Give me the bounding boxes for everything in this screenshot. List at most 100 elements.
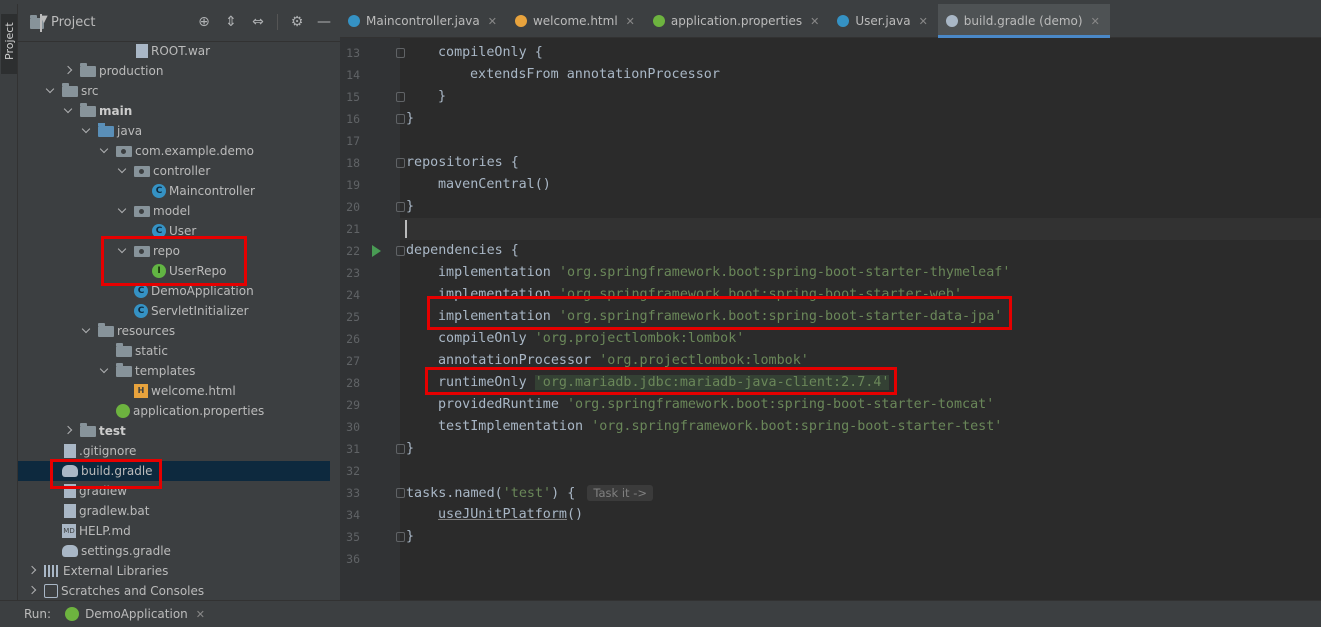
code-line: implementation 'org.springframework.boot… bbox=[438, 284, 962, 306]
tree-item-label: test bbox=[99, 424, 126, 438]
code-line: } bbox=[406, 108, 414, 130]
line-number: 16 bbox=[346, 112, 360, 126]
line-number: 20 bbox=[346, 200, 360, 214]
tree-item[interactable]: C User bbox=[18, 221, 330, 241]
tree-item[interactable]: com.example.demo bbox=[18, 141, 330, 161]
tree-item[interactable]: repo bbox=[18, 241, 330, 261]
folder-icon bbox=[80, 63, 96, 77]
tree-item-label: External Libraries bbox=[63, 564, 169, 578]
tree-item[interactable]: build.gradle bbox=[18, 461, 330, 481]
editor-tab[interactable]: User.java ✕ bbox=[829, 4, 937, 38]
class-icon: C bbox=[134, 284, 148, 298]
line-number: 27 bbox=[346, 354, 360, 368]
chevron-down-icon[interactable] bbox=[116, 245, 128, 257]
libs-icon bbox=[44, 565, 60, 577]
tree-item[interactable]: C ServletInitializer bbox=[18, 301, 330, 321]
tree-item[interactable]: .gitignore bbox=[18, 441, 330, 461]
code-token: implementation bbox=[438, 265, 559, 280]
editor-tab[interactable]: welcome.html ✕ bbox=[507, 4, 645, 38]
editor-tab[interactable]: build.gradle (demo) ✕ bbox=[937, 4, 1110, 38]
close-icon[interactable]: ✕ bbox=[1091, 15, 1100, 28]
tree-item[interactable]: templates bbox=[18, 361, 330, 381]
line-number: 28 bbox=[346, 376, 360, 390]
gradle-icon bbox=[945, 15, 958, 27]
tree-item[interactable]: MD HELP.md bbox=[18, 521, 330, 541]
editor-tab[interactable]: application.properties ✕ bbox=[645, 4, 829, 38]
expand-all-icon[interactable]: ⇕ bbox=[223, 14, 239, 30]
collapse-all-icon[interactable]: ⇔ bbox=[250, 14, 266, 30]
file-icon bbox=[136, 44, 148, 58]
chevron-down-icon[interactable] bbox=[98, 365, 110, 377]
tree-item[interactable]: application.properties bbox=[18, 401, 330, 421]
tree-item[interactable]: controller bbox=[18, 161, 330, 181]
close-icon[interactable]: ✕ bbox=[810, 15, 819, 28]
gear-icon[interactable]: ⚙ bbox=[289, 14, 305, 30]
chevron-down-icon[interactable] bbox=[44, 85, 56, 97]
project-panel-title[interactable]: Project bbox=[51, 15, 95, 30]
tree-item[interactable]: test bbox=[18, 421, 330, 441]
line-number: 32 bbox=[346, 464, 360, 478]
editor-gutter: 13 14 15 16 17 18 19 20 21 22 23 24 25 26 27 28 29 30 31 32… bbox=[340, 38, 405, 600]
current-line-highlight bbox=[400, 218, 1321, 240]
tree-item[interactable]: C Maincontroller bbox=[18, 181, 330, 201]
tree-item[interactable]: gradlew bbox=[18, 481, 330, 501]
code-line: runtimeOnly 'org.mariadb.jdbc:mariadb-ja… bbox=[438, 372, 890, 394]
tree-item[interactable]: resources bbox=[18, 321, 330, 341]
spring-boot-icon bbox=[65, 607, 80, 621]
chevron-down-icon[interactable]: ▼ bbox=[40, 13, 48, 32]
tree-item-label: welcome.html bbox=[151, 384, 236, 398]
project-tool-window-button[interactable]: Project bbox=[1, 14, 17, 74]
run-gutter-icon[interactable] bbox=[372, 245, 381, 257]
locate-file-icon[interactable]: ⊕ bbox=[196, 14, 212, 30]
chevron-right-icon[interactable] bbox=[62, 425, 74, 437]
tree-item[interactable]: static bbox=[18, 341, 330, 361]
run-config-tab[interactable]: DemoApplication ✕ bbox=[65, 607, 205, 621]
close-icon[interactable]: ✕ bbox=[196, 608, 205, 621]
tree-item[interactable]: ROOT.war bbox=[18, 41, 330, 61]
class-icon bbox=[837, 15, 850, 27]
code-token: } bbox=[406, 199, 415, 214]
code-token: 'org.springframework.boot:spring-boot-st… bbox=[567, 397, 995, 412]
tree-item-label: build.gradle bbox=[81, 464, 153, 478]
chevron-down-icon[interactable] bbox=[62, 105, 74, 117]
tree-item[interactable]: I UserRepo bbox=[18, 261, 330, 281]
chevron-right-icon[interactable] bbox=[26, 585, 38, 597]
tree-item[interactable]: Scratches and Consoles bbox=[18, 581, 330, 601]
chevron-down-icon[interactable] bbox=[116, 205, 128, 217]
tree-item[interactable]: production bbox=[18, 61, 330, 81]
tree-item[interactable]: Hwelcome.html bbox=[18, 381, 330, 401]
tree-item[interactable]: model bbox=[18, 201, 330, 221]
hide-panel-icon[interactable]: — bbox=[316, 14, 332, 30]
chevron-down-icon[interactable] bbox=[80, 325, 92, 337]
tree-item-label: templates bbox=[135, 364, 196, 378]
editor-tab[interactable]: Maincontroller.java ✕ bbox=[340, 4, 507, 38]
tree-item[interactable]: main bbox=[18, 101, 330, 121]
close-icon[interactable]: ✕ bbox=[919, 15, 928, 28]
inlay-hint: Task it -> bbox=[587, 485, 653, 501]
folder-icon bbox=[98, 323, 114, 337]
chevron-right-icon[interactable] bbox=[62, 65, 74, 77]
file-icon bbox=[64, 504, 76, 518]
tree-item[interactable]: src bbox=[18, 81, 330, 101]
code-line: dependencies { bbox=[406, 240, 519, 262]
code-line: } bbox=[438, 86, 446, 108]
tree-item[interactable]: gradlew.bat bbox=[18, 501, 330, 521]
chevron-right-icon[interactable] bbox=[26, 565, 38, 577]
chevron-down-icon[interactable] bbox=[98, 145, 110, 157]
code-line: } bbox=[406, 438, 414, 460]
tree-item[interactable]: External Libraries bbox=[18, 561, 330, 581]
close-icon[interactable]: ✕ bbox=[488, 15, 497, 28]
tree-item[interactable]: C DemoApplication bbox=[18, 281, 330, 301]
tree-item-label: controller bbox=[153, 164, 211, 178]
tree-item[interactable]: settings.gradle bbox=[18, 541, 330, 561]
code-token: 'org.springframework.boot:spring-boot-st… bbox=[558, 265, 1011, 280]
scratch-icon bbox=[44, 584, 58, 598]
chevron-down-icon[interactable] bbox=[116, 165, 128, 177]
line-number: 22 bbox=[346, 244, 360, 258]
close-icon[interactable]: ✕ bbox=[626, 15, 635, 28]
code-editor[interactable]: compileOnly {extendsFrom annotationProce… bbox=[400, 38, 1321, 600]
tree-item[interactable]: java bbox=[18, 121, 330, 141]
chevron-down-icon[interactable] bbox=[80, 125, 92, 137]
line-number: 21 bbox=[346, 222, 360, 236]
